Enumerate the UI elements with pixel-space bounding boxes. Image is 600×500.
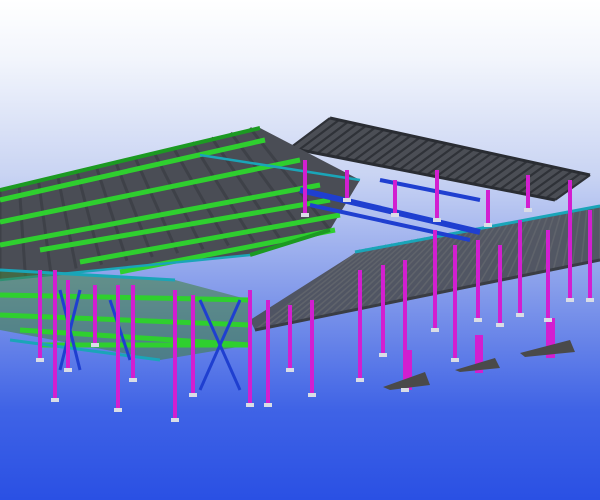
base-plate [451,358,459,362]
base-plate [301,213,309,217]
base-plate [356,378,364,382]
base-plate [431,328,439,332]
base-plate [496,323,504,327]
base-plate [343,198,351,202]
base-plate [586,298,594,302]
base-plate [524,208,532,212]
base-plate [401,388,409,392]
base-plate [474,318,482,322]
base-plate [36,358,44,362]
base-plate [91,343,99,347]
3d-model-viewport[interactable] [0,0,600,500]
base-plate [566,298,574,302]
base-plate [391,213,399,217]
base-plate [129,378,137,382]
base-plate [189,393,197,397]
base-plate [171,418,179,422]
base-plate [516,313,524,317]
base-plate [433,218,441,222]
base-plate [308,393,316,397]
base-plate [114,408,122,412]
base-plate [286,368,294,372]
base-plate [246,403,254,407]
steel-structure-model [0,116,600,422]
base-plate [64,368,72,372]
base-plate [51,398,59,402]
base-plate [484,223,492,227]
base-plate [379,353,387,357]
base-plate [544,318,552,322]
base-plate [264,403,272,407]
